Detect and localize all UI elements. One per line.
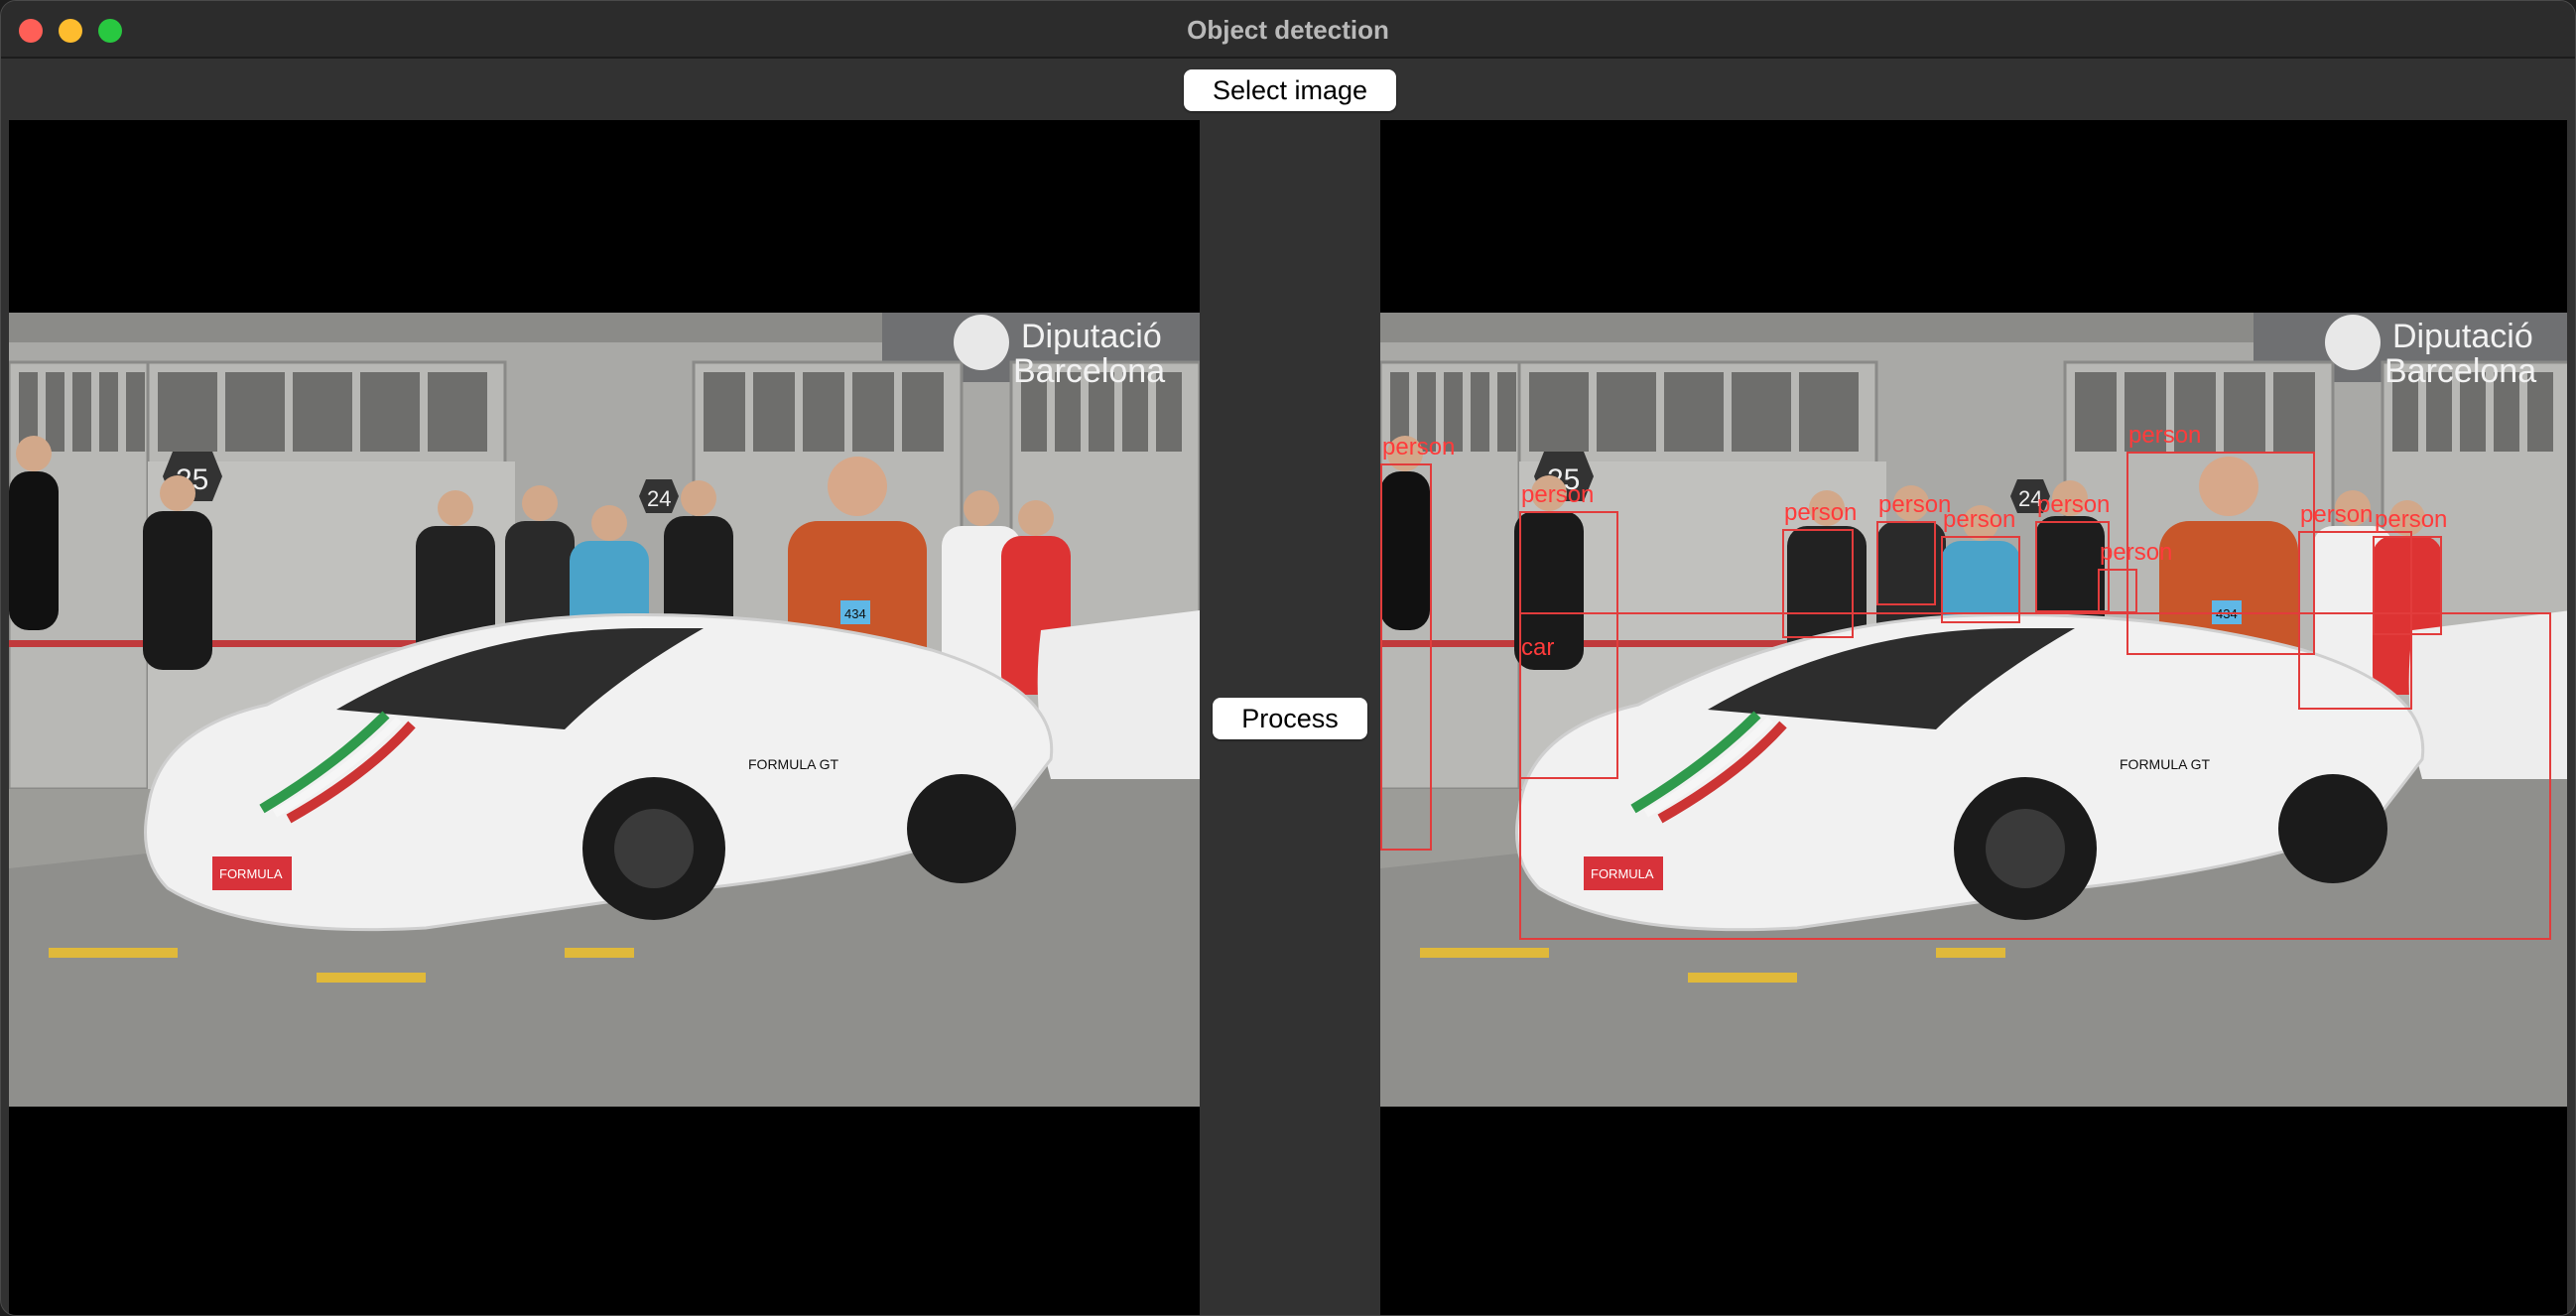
original-image-panel: Diputació Barcelona 25 24 434 FORMULA FORMULA … <box>9 120 1200 1315</box>
detection-box <box>1782 529 1854 638</box>
detection-box <box>2373 536 2442 635</box>
window-title: Object detection <box>1187 15 1389 45</box>
detection-label: person <box>2128 422 2202 449</box>
detection-label: car <box>1521 634 1555 661</box>
detection-box <box>1876 521 1936 605</box>
svg-text:24: 24 <box>647 486 671 511</box>
select-image-button[interactable]: Select image <box>1184 69 1396 111</box>
svg-text:434: 434 <box>844 606 866 621</box>
detection-label: person <box>1943 506 2016 533</box>
svg-text:FORMULA GT: FORMULA GT <box>748 756 838 772</box>
process-button[interactable]: Process <box>1213 698 1367 739</box>
svg-text:FORMULA: FORMULA <box>219 866 283 881</box>
detection-box <box>2126 452 2315 655</box>
original-image: Diputació Barcelona 25 24 434 FORMULA FORMULA … <box>9 313 1200 1107</box>
detection-box <box>1941 536 2020 623</box>
detection-label: person <box>1521 481 1595 508</box>
detection-label: person <box>1878 491 1952 518</box>
svg-text:Barcelona: Barcelona <box>1013 352 1165 390</box>
detection-label: person <box>2037 491 2111 518</box>
svg-text:Diputació: Diputació <box>1021 318 1162 355</box>
detection-label: person <box>1784 499 1858 526</box>
svg-text:Barcelona: Barcelona <box>2384 352 2536 390</box>
svg-text:Diputació: Diputació <box>2392 318 2533 355</box>
result-image-panel: Diputació Barcelona 25 24 434 FORMULA FORMULA … <box>1380 120 2567 1315</box>
detection-label: person <box>2300 501 2374 528</box>
detection-box <box>1380 463 1432 851</box>
app-window: Object detection Select image Diputació B… <box>0 0 2576 1316</box>
result-image: Diputació Barcelona 25 24 434 FORMULA FORMULA … <box>1380 313 2567 1107</box>
detection-label: person <box>2375 506 2448 533</box>
title-bar: Object detection <box>1 1 2575 59</box>
detection-label: person <box>1382 434 1456 461</box>
